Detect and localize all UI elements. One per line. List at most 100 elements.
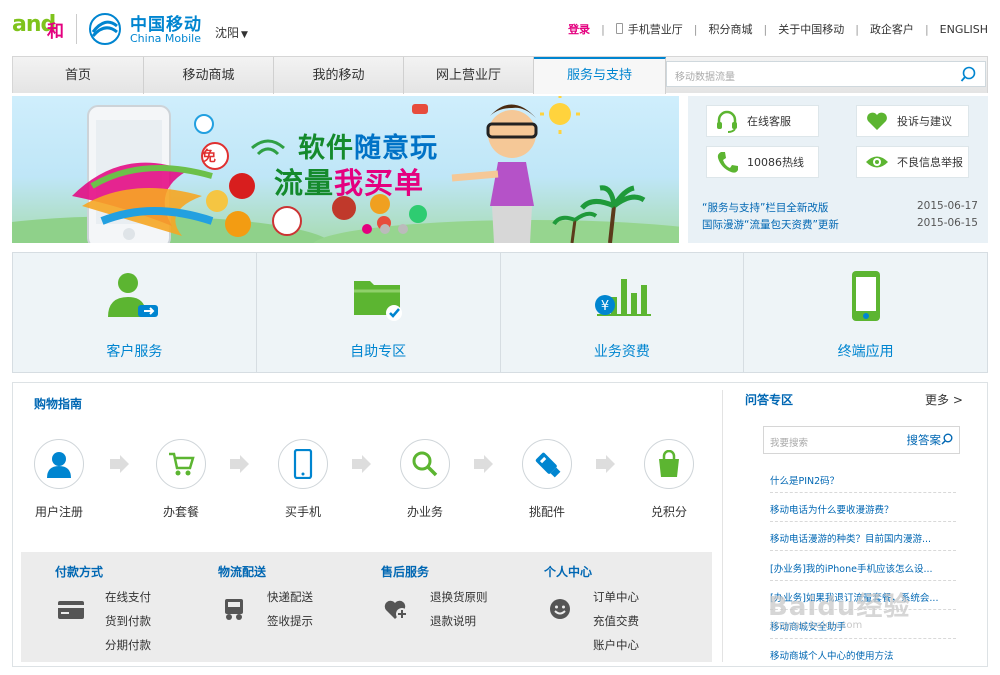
qa-item[interactable]: 移动电话为什么要收漫游费？ — [770, 502, 956, 522]
mobile-hall-link[interactable]: 手机营业厅 — [615, 21, 683, 37]
arrow-right-icon — [110, 455, 129, 473]
logo-divider — [76, 14, 77, 44]
search-placeholder: 移动数据流量 — [675, 72, 735, 83]
truck-icon — [225, 599, 243, 620]
personal-link-account[interactable]: 账户中心 — [593, 637, 639, 653]
aftersale-link-return[interactable]: 退换货原则 — [430, 589, 488, 605]
guide-title: 购物指南 — [34, 397, 83, 411]
category-terminal-apps[interactable]: 终端应用 — [744, 253, 987, 372]
step-label: 买手机 — [284, 505, 321, 519]
city-label: 沈阳 — [215, 26, 240, 40]
city-selector[interactable]: 沈阳 ▼ — [215, 24, 248, 41]
pay-column-title: 个人中心 — [544, 565, 593, 579]
pay-column-title: 付款方式 — [55, 565, 104, 579]
step-business[interactable]: 办业务 — [385, 439, 465, 520]
hotline-button[interactable]: 10086热线 — [706, 146, 819, 178]
category-self-service[interactable]: 自助专区 — [257, 253, 501, 372]
china-mobile-name-en: China Mobile — [130, 32, 202, 45]
qa-item[interactable]: 什么是PIN2码？ — [770, 473, 956, 493]
qa-item[interactable]: [办业务]我的iPhone手机应该怎么设... — [770, 561, 956, 581]
payment-info-block: 付款方式 在线支付 货到付款 分期付款 物流配送 快递配送 签收提示 售后服务 … — [21, 552, 712, 662]
svg-text:¥: ¥ — [601, 299, 609, 314]
china-mobile-logo-icon[interactable] — [88, 12, 122, 46]
nav-home[interactable]: 首页 — [13, 57, 144, 94]
complaint-label: 投诉与建议 — [897, 115, 952, 128]
top-bar: and 和 中国移动 China Mobile 沈阳 ▼ 登录 | 手机营业厅 |… — [0, 0, 1000, 56]
news-date: 2015-06-15 — [916, 217, 978, 229]
english-link[interactable]: ENGLISH — [940, 23, 988, 36]
divider: | — [693, 22, 698, 36]
arrow-right-icon — [230, 455, 249, 473]
qa-item[interactable]: 移动电话漫游的种类？目前国内漫游... — [770, 531, 956, 551]
qa-title: 问答专区 — [745, 393, 794, 407]
category-customer-service[interactable]: 客户服务 — [13, 253, 257, 372]
arrow-right-icon — [352, 455, 371, 473]
category-label: 终端应用 — [837, 344, 894, 360]
user-icon — [47, 452, 71, 478]
promo-banner[interactable]: 软件随意玩 流量我买单 免 — [12, 96, 679, 243]
step-register[interactable]: 用户注册 — [19, 439, 99, 520]
logistics-link-receipt[interactable]: 签收提示 — [267, 613, 313, 629]
complaint-button[interactable]: 投诉与建议 — [856, 105, 969, 137]
eye-icon — [866, 156, 888, 168]
report-button[interactable]: 不良信息举报 — [856, 146, 969, 178]
news-item[interactable]: “服务与支持”栏目全新改版 2015-06-17 — [702, 200, 978, 215]
qa-more-link[interactable]: 更多 > — [925, 391, 963, 408]
step-label: 办套餐 — [162, 505, 199, 519]
credit-card-icon — [58, 601, 84, 619]
step-label: 用户注册 — [34, 505, 83, 519]
pay-link-online[interactable]: 在线支付 — [105, 589, 151, 605]
carousel-dot[interactable] — [398, 224, 408, 234]
baidu-watermark: Baidu经验 — [768, 592, 911, 622]
chart-yuan-icon: ¥ — [594, 279, 651, 316]
search-input[interactable]: 移动数据流量 — [666, 61, 986, 87]
hotline-label: 10086热线 — [747, 156, 804, 169]
news-title: 国际漫游“流量包天资费”更新 — [702, 219, 839, 231]
smiley-icon — [550, 599, 570, 619]
carousel-dots — [362, 224, 408, 234]
step-points[interactable]: 兑积分 — [629, 439, 709, 520]
logistics-link-express[interactable]: 快递配送 — [267, 589, 313, 605]
qa-item[interactable]: 移动商城个人中心的使用方法 — [770, 648, 956, 667]
top-links: 登录 | 手机营业厅 | 积分商城 | 关于中国移动 | 政企客户 | ENGL… — [568, 21, 988, 37]
qa-search-placeholder: 我要搜索 — [770, 438, 809, 449]
category-label: 自助专区 — [350, 344, 407, 360]
step-buy-phone[interactable]: 买手机 — [263, 439, 343, 520]
points-mall-link[interactable]: 积分商城 — [709, 21, 753, 37]
news-date: 2015-06-17 — [916, 200, 978, 212]
step-accessories[interactable]: 挑配件 — [507, 439, 587, 520]
phone-icon — [293, 449, 313, 479]
carousel-dot[interactable] — [362, 224, 372, 234]
category-label: 客户服务 — [106, 344, 163, 360]
online-service-label: 在线客服 — [747, 115, 791, 128]
cart-icon — [169, 452, 195, 476]
pay-column-title: 售后服务 — [381, 565, 430, 579]
category-tariffs[interactable]: ¥ 业务资费 — [501, 253, 745, 372]
search-icon[interactable] — [960, 66, 977, 83]
carousel-dot[interactable] — [380, 224, 390, 234]
nav-my-mobile[interactable]: 我的移动 — [274, 57, 404, 94]
divider: | — [763, 22, 768, 36]
personal-link-orders[interactable]: 订单中心 — [593, 589, 639, 605]
chevron-down-icon: ▼ — [241, 30, 248, 40]
step-label: 办业务 — [406, 505, 443, 519]
aftersale-link-refund[interactable]: 退款说明 — [430, 613, 476, 629]
pay-link-cod[interactable]: 货到付款 — [105, 613, 151, 629]
qa-search-button[interactable]: 搜答案 — [907, 432, 954, 448]
nav-mall[interactable]: 移动商城 — [144, 57, 274, 94]
gov-link[interactable]: 政企客户 — [870, 21, 914, 37]
headset-icon — [717, 110, 737, 133]
pay-link-installment[interactable]: 分期付款 — [105, 637, 151, 653]
news-item[interactable]: 国际漫游“流量包天资费”更新 2015-06-15 — [702, 217, 978, 232]
arrow-right-icon — [474, 455, 493, 473]
search-icon — [941, 433, 953, 445]
nav-online-hall[interactable]: 网上营业厅 — [404, 57, 534, 94]
about-link[interactable]: 关于中国移动 — [778, 21, 844, 37]
qa-search-input[interactable]: 我要搜索 搜答案 — [763, 426, 960, 454]
personal-link-recharge[interactable]: 充值交费 — [593, 613, 639, 629]
nav-service-support[interactable]: 服务与支持 — [534, 57, 666, 94]
online-service-button[interactable]: 在线客服 — [706, 105, 819, 137]
usb-icon — [535, 452, 561, 478]
login-link[interactable]: 登录 — [568, 21, 590, 37]
step-plan[interactable]: 办套餐 — [141, 439, 221, 520]
